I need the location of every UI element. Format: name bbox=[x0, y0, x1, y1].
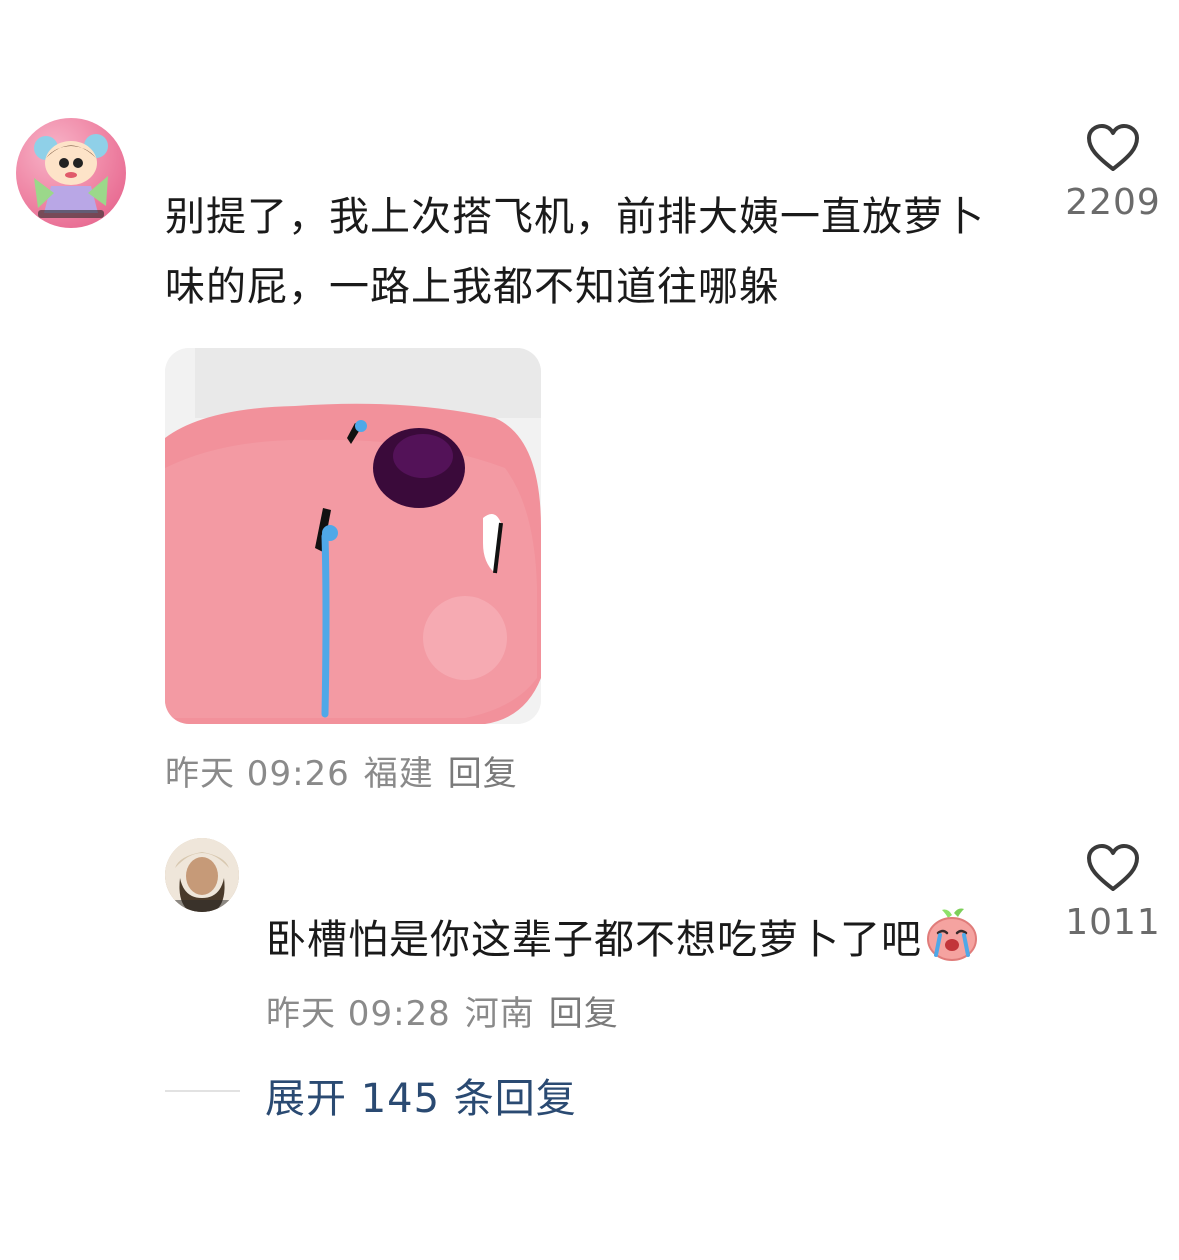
reply-like-count: 1011 bbox=[1065, 902, 1161, 943]
reply-text: 卧槽怕是你这辈子都不想吃萝卜了吧 bbox=[266, 917, 922, 963]
photo-avatar-icon bbox=[165, 838, 239, 912]
reply-button[interactable]: 回复 bbox=[448, 754, 518, 794]
cartoon-avatar-icon bbox=[34, 134, 108, 218]
expand-divider bbox=[165, 1090, 240, 1092]
reply-timestamp: 昨天 09:28 bbox=[266, 994, 451, 1034]
heart-icon[interactable] bbox=[1058, 124, 1168, 172]
reply-reply-button[interactable]: 回复 bbox=[549, 994, 619, 1034]
sticker-image[interactable] bbox=[165, 348, 541, 724]
crying-radish-emoji-icon bbox=[924, 905, 980, 978]
reply-text-line: 卧槽怕是你这辈子都不想吃萝卜了吧 bbox=[266, 905, 980, 978]
like-count: 2209 bbox=[1065, 182, 1161, 223]
reply-location: 河南 bbox=[464, 994, 535, 1034]
crying-radish-sticker bbox=[165, 348, 541, 724]
reply-avatar[interactable] bbox=[165, 838, 239, 912]
like-button[interactable]: 2209 bbox=[1058, 124, 1168, 223]
comment-text: 别提了，我上次搭飞机，前排大姨一直放萝卜味的屁，一路上我都不知道往哪躲 bbox=[165, 194, 985, 310]
expand-replies-button[interactable]: 展开 145 条回复 bbox=[265, 1066, 577, 1124]
avatar[interactable] bbox=[16, 118, 126, 228]
location: 福建 bbox=[363, 754, 434, 794]
comment-meta: 昨天 09:26 福建 回复 bbox=[165, 746, 532, 795]
reply-like-button[interactable]: 1011 bbox=[1058, 844, 1168, 943]
reply-meta: 昨天 09:28 河南 回复 bbox=[266, 986, 633, 1035]
heart-icon[interactable] bbox=[1058, 844, 1168, 892]
timestamp: 昨天 09:26 bbox=[165, 754, 350, 794]
